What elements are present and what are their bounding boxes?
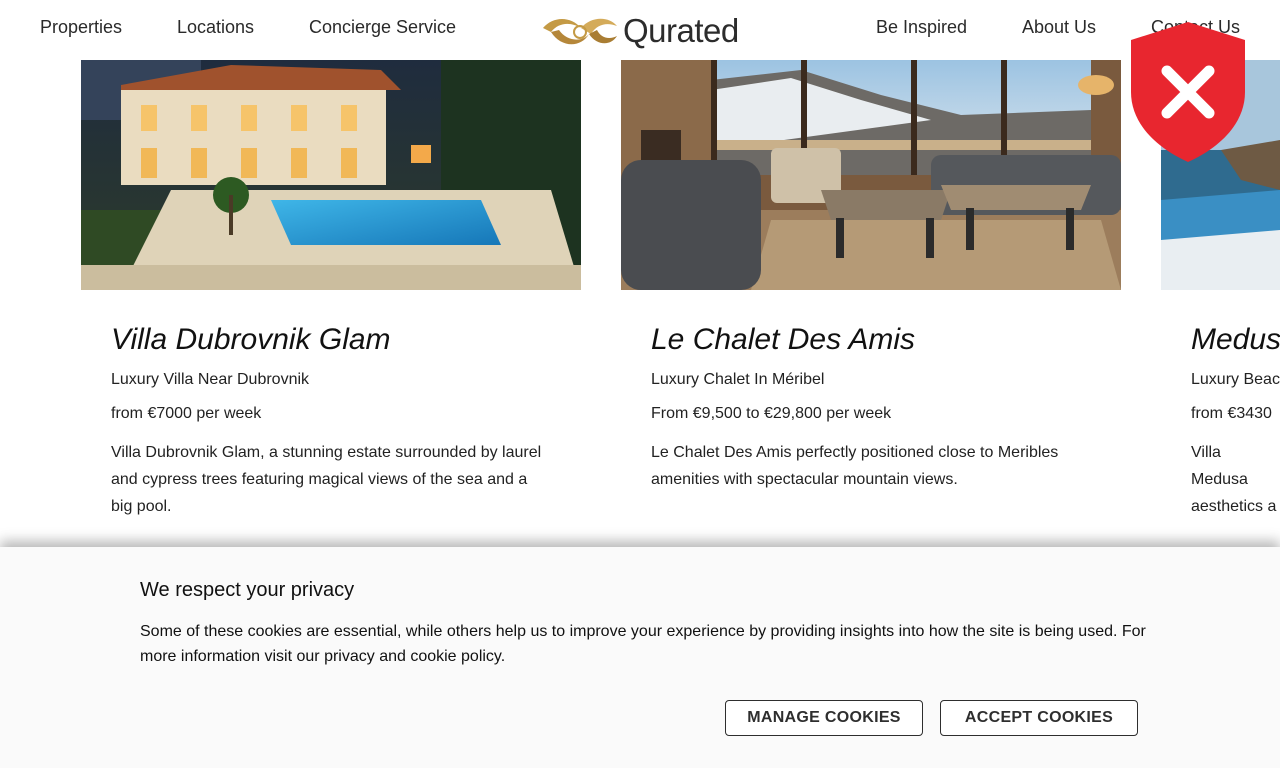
property-description: Villa Medusa aesthetics a: [1191, 444, 1277, 515]
cookie-banner-text: Some of these cookies are essential, whi…: [140, 623, 1146, 665]
property-price: from €3430: [1191, 405, 1272, 422]
property-card-content: Le Chalet Des Amis Luxury Chalet In Méri…: [651, 322, 1091, 493]
property-description: Villa Dubrovnik Glam, a stunning estate …: [111, 444, 542, 515]
property-card-content: Medus Luxury Beac from €3430 Villa Medus…: [1191, 322, 1280, 520]
property-card-content: Villa Dubrovnik Glam Luxury Villa Near D…: [111, 322, 551, 520]
security-shield-x-icon[interactable]: [1127, 20, 1249, 169]
nav-link-be-inspired[interactable]: Be Inspired: [876, 17, 967, 38]
nav-link-properties[interactable]: Properties: [40, 17, 122, 38]
nav-link-locations[interactable]: Locations: [177, 17, 254, 38]
property-subtitle: Luxury Chalet In Méribel: [651, 371, 825, 388]
logo-wordmark: Qurated: [623, 12, 739, 49]
property-description: Le Chalet Des Amis perfectly positioned …: [651, 444, 1059, 488]
qurated-logo[interactable]: Qurated: [541, 12, 739, 50]
property-subtitle: Luxury Beac: [1191, 371, 1280, 388]
property-title[interactable]: Villa Dubrovnik Glam: [111, 322, 551, 358]
cookie-banner-title: We respect your privacy: [140, 579, 355, 601]
manage-cookies-button[interactable]: MANAGE COOKIES: [725, 700, 923, 736]
property-subtitle: Luxury Villa Near Dubrovnik: [111, 371, 310, 388]
qurated-logo-mark-icon: [543, 18, 617, 45]
property-price: From €9,500 to €29,800 per week: [651, 405, 892, 422]
top-navigation: Properties Locations Concierge Service Q…: [0, 0, 1280, 60]
nav-link-about-us[interactable]: About Us: [1022, 17, 1096, 38]
accept-cookies-button[interactable]: ACCEPT COOKIES: [940, 700, 1138, 736]
property-title[interactable]: Medus: [1191, 322, 1280, 358]
villa-at-night-with-pool-photo[interactable]: [81, 60, 581, 290]
cookie-consent-banner: We respect your privacy Some of these co…: [0, 547, 1280, 768]
property-title[interactable]: Le Chalet Des Amis: [651, 322, 1091, 358]
chalet-living-room-mountain-view-photo[interactable]: [621, 60, 1121, 290]
nav-link-concierge-service[interactable]: Concierge Service: [309, 17, 456, 38]
property-price: from €7000 per week: [111, 405, 262, 422]
